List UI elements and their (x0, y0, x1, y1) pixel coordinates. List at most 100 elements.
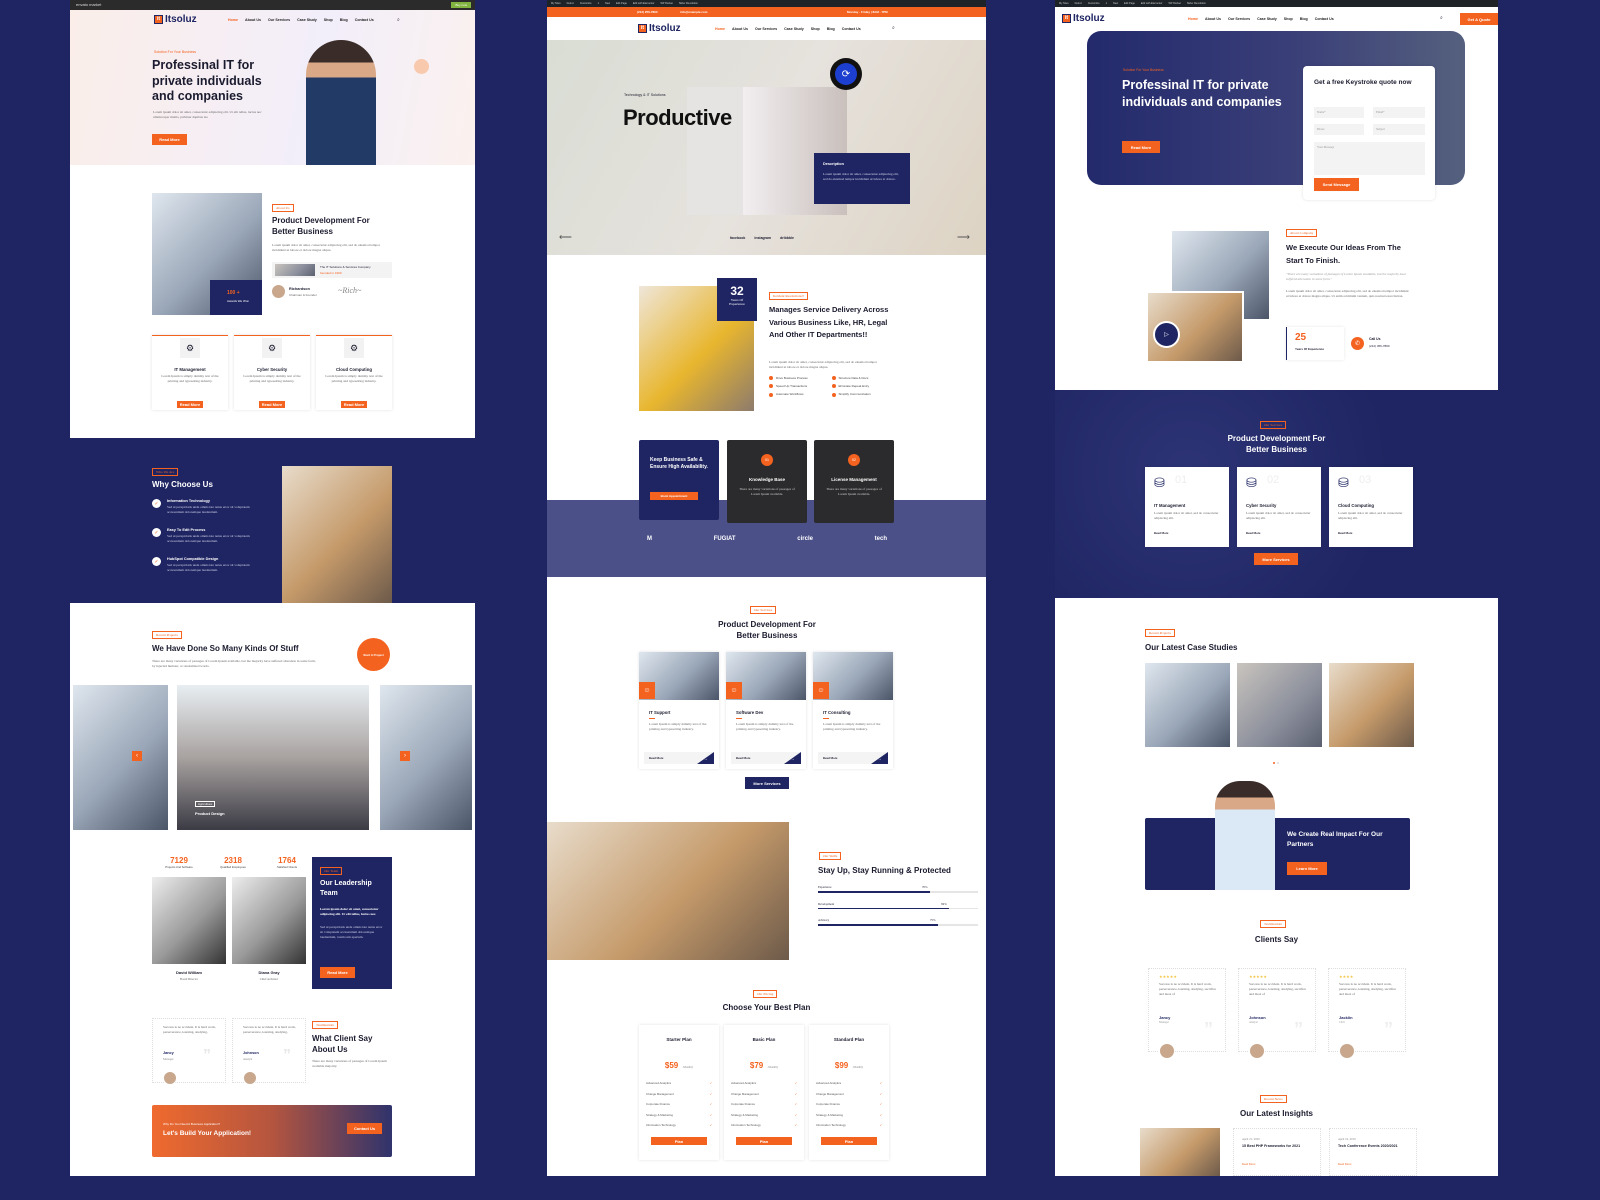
nav-item[interactable]: Contact Us (1315, 17, 1334, 21)
nav-item[interactable]: Case Study (784, 27, 804, 31)
read-more-button[interactable]: Read More (152, 134, 187, 145)
read-more-button[interactable]: Read More (1122, 141, 1160, 153)
service-read-more[interactable]: Read More (1246, 531, 1260, 535)
play-video-button[interactable]: ▷ (1153, 321, 1180, 348)
call-us-phone[interactable]: (212) 456-7890 (1369, 344, 1390, 348)
nav-item[interactable]: Blog (340, 18, 348, 22)
nav-item[interactable]: Our Services (755, 27, 777, 31)
buy-now-button[interactable]: Buy now (451, 2, 471, 8)
plan-features: Advanced Analytics ✓ Change Management ✓ Cor… (731, 1078, 797, 1131)
nav-item[interactable]: Our Services (268, 18, 290, 22)
service-read-more[interactable]: Read More (736, 756, 750, 760)
brand-logo[interactable]: it Itsoluz (154, 14, 197, 25)
search-icon[interactable]: ⌕ (1440, 15, 1443, 21)
slider-next-arrow[interactable]: › (400, 751, 410, 761)
admin-bar-item[interactable]: WP Rocket (1168, 2, 1180, 5)
admin-bar-item[interactable]: New (1113, 2, 1118, 5)
nav-item[interactable]: Our Services (1228, 17, 1250, 21)
slider-next-arrow[interactable]: ⟶ (957, 232, 970, 243)
service-read-more[interactable]: Read More (341, 401, 367, 408)
message-textarea[interactable]: Your Message (1314, 142, 1425, 175)
nav-item[interactable]: Shop (811, 27, 820, 31)
admin-bar-item[interactable]: Edit with Elementor (633, 2, 655, 5)
service-read-more[interactable]: Read More (1154, 531, 1168, 535)
name-input[interactable]: Name* (1314, 107, 1364, 118)
nav-item[interactable]: Blog (1300, 17, 1308, 21)
learn-more-button[interactable]: Learn More (1287, 862, 1327, 875)
news-read-more[interactable]: Read More (1338, 1162, 1351, 1166)
topbar-phone[interactable]: (212) 256-7890 (637, 10, 658, 14)
more-services-button[interactable]: More Services (1254, 553, 1298, 565)
arrow-right-icon[interactable]: → (697, 752, 714, 764)
book-appointment-button[interactable]: Book Appointment (650, 492, 698, 500)
nav-item[interactable]: About Us (732, 27, 748, 31)
carousel-dot[interactable] (1277, 762, 1279, 764)
nav-item[interactable]: Blog (827, 27, 835, 31)
slider-prev-arrow[interactable]: ‹ (132, 751, 142, 761)
news-headline[interactable]: 15 Best PHP Frameworks for 2021 (1242, 1144, 1312, 1148)
testimonial-card: Success is no accident. It is hard work,… (232, 1018, 306, 1085)
phone-input[interactable]: Phone (1314, 124, 1364, 135)
search-icon[interactable]: ⌕ (892, 25, 895, 31)
nav-item[interactable]: Contact Us (355, 18, 374, 22)
service-read-more[interactable]: Read More (649, 756, 663, 760)
nav-item[interactable]: Home (228, 18, 238, 22)
get-quote-button[interactable]: Get A Quote (1460, 13, 1498, 25)
carousel-dot-active[interactable] (1273, 762, 1275, 764)
news-headline[interactable]: Tech Conference Events 2020/2021 (1338, 1144, 1408, 1148)
admin-bar-item[interactable]: Itsoluz (567, 2, 574, 5)
leadership-read-more[interactable]: Read More (320, 967, 355, 978)
choose-plan-button[interactable]: Plan (651, 1137, 707, 1145)
nav-item[interactable]: About Us (245, 18, 261, 22)
nav-item[interactable]: Shop (324, 18, 333, 22)
service-read-more[interactable]: Read More (1338, 531, 1352, 535)
nav-item[interactable]: Contact Us (842, 27, 861, 31)
service-read-more[interactable]: Read More (823, 756, 837, 760)
brand-logo[interactable]: it Itsoluz (1062, 13, 1105, 24)
nav-item[interactable]: Home (715, 27, 725, 31)
admin-bar-item[interactable]: 1 (1106, 2, 1107, 5)
admin-bar-item[interactable]: My Sites (1059, 2, 1069, 5)
subject-input[interactable]: Subject (1373, 124, 1425, 135)
nav-item[interactable]: Case Study (297, 18, 317, 22)
admin-bar-item[interactable]: Customize (1088, 2, 1100, 5)
admin-bar-item[interactable]: 1 (598, 2, 599, 5)
service-footer[interactable]: Read More → (644, 752, 714, 764)
email-input[interactable]: Email* (1373, 107, 1425, 118)
admin-bar-item[interactable]: WP Rocket (660, 2, 672, 5)
service-read-more[interactable]: Read More (259, 401, 285, 408)
choose-plan-button[interactable]: Plan (821, 1137, 877, 1145)
search-icon[interactable]: ⌕ (397, 17, 400, 23)
contact-us-button[interactable]: Contact Us (347, 1123, 382, 1134)
service-footer[interactable]: Read More → (818, 752, 888, 764)
service-footer[interactable]: Read More → (731, 752, 801, 764)
admin-bar-item[interactable]: My Sites (551, 2, 561, 5)
admin-bar-item[interactable]: Slider Revolution (679, 2, 698, 5)
nav-item[interactable]: Shop (1284, 17, 1293, 21)
more-services-button[interactable]: More Services (745, 777, 789, 789)
nav-item[interactable]: Case Study (1257, 17, 1277, 21)
admin-bar-item[interactable]: Edit with Elementor (1141, 2, 1163, 5)
nav-item[interactable]: Home (1188, 17, 1198, 21)
news-read-more[interactable]: Read More (1242, 1162, 1255, 1166)
admin-bar-item[interactable]: Customize (580, 2, 592, 5)
admin-bar-item[interactable]: Itsoluz (1075, 2, 1082, 5)
admin-bar-item[interactable]: New (605, 2, 610, 5)
brand-logo[interactable]: it Itsoluz (638, 23, 681, 34)
social-link[interactable]: facebook (730, 236, 745, 240)
admin-bar-item[interactable]: Slider Revolution (1187, 2, 1206, 5)
send-message-button[interactable]: Send Message (1314, 178, 1359, 191)
service-card: ☺ IT Support Lorem Ipsum is simply dummy… (639, 652, 719, 769)
nav-item[interactable]: About Us (1205, 17, 1221, 21)
social-link[interactable]: instagram (754, 236, 771, 240)
admin-bar-item[interactable]: Edit Page (1124, 2, 1135, 5)
social-link[interactable]: dribbble (780, 236, 794, 240)
admin-bar-item[interactable]: Edit Page (616, 2, 627, 5)
arrow-right-icon[interactable]: → (784, 752, 801, 764)
arrow-right-icon[interactable]: → (871, 752, 888, 764)
topbar-email[interactable]: info@example.com (680, 10, 707, 14)
start-project-button[interactable]: Start A Project (357, 638, 390, 671)
slider-prev-arrow[interactable]: ⟵ (559, 232, 572, 243)
choose-plan-button[interactable]: Plan (736, 1137, 792, 1145)
service-read-more[interactable]: Read More (177, 401, 203, 408)
